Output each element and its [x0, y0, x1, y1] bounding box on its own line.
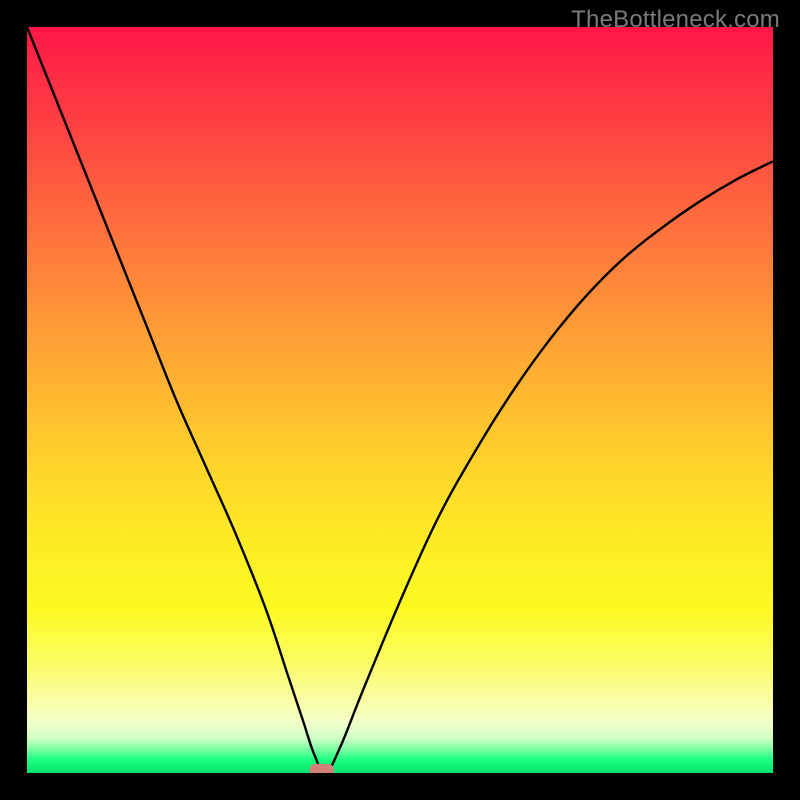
plot-area [27, 27, 773, 773]
chart-svg [27, 27, 773, 773]
watermark-label: TheBottleneck.com [571, 6, 780, 34]
chart-frame: TheBottleneck.com [0, 0, 800, 800]
optimal-marker [310, 764, 334, 773]
bottleneck-curve [27, 27, 773, 773]
